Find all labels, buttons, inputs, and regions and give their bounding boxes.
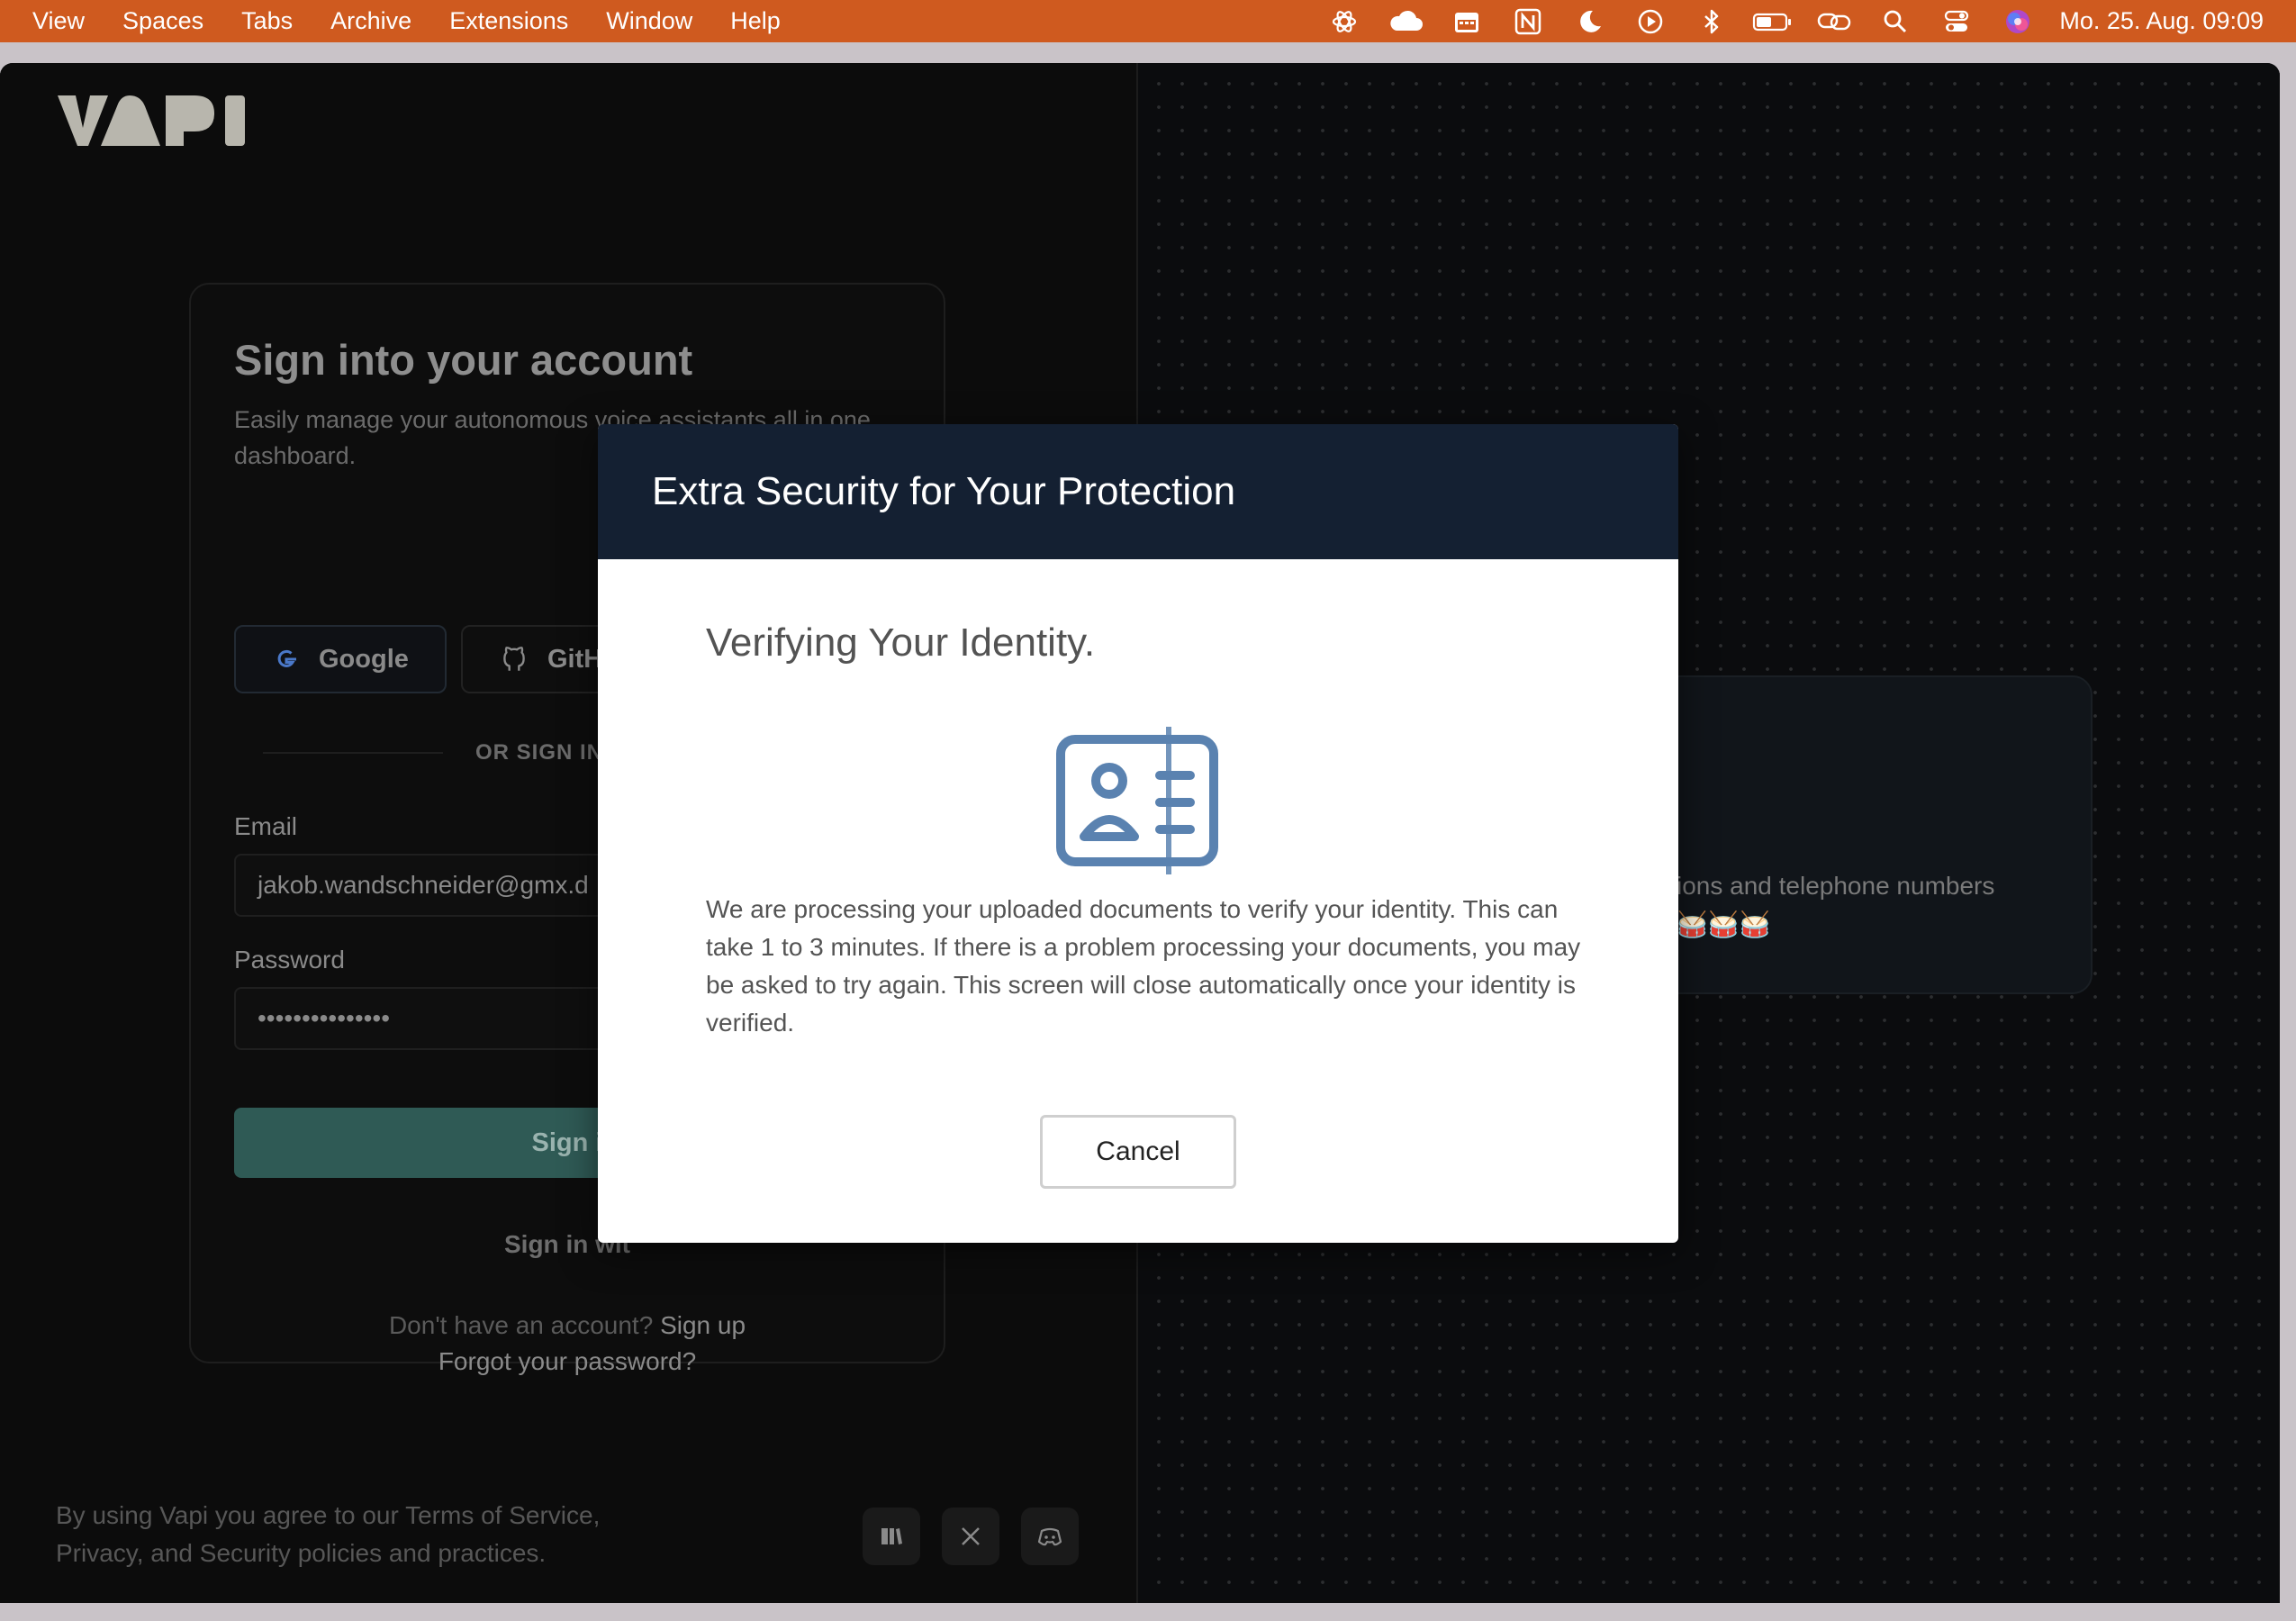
calendar-icon[interactable] — [1436, 0, 1497, 42]
bluetooth-icon[interactable] — [1681, 0, 1742, 42]
google-button-label: Google — [319, 644, 409, 674]
github-button-label: GitH — [547, 644, 603, 674]
no-account-text: Don't have an account? — [388, 1311, 654, 1339]
book-icon — [881, 1528, 902, 1544]
chatgpt-icon[interactable] — [1314, 0, 1375, 42]
play-icon[interactable] — [1620, 0, 1681, 42]
cancel-button[interactable]: Cancel — [1040, 1115, 1236, 1189]
menu-help[interactable]: Help — [730, 7, 781, 35]
search-icon[interactable] — [1865, 0, 1926, 42]
email-value: jakob.wandschneider@gmx.d — [258, 871, 589, 899]
google-signin-button[interactable]: Google — [234, 625, 447, 693]
signup-line: Don't have an account? Sign up — [191, 1311, 944, 1340]
feature-emoji: 🥁🥁🥁 — [1677, 910, 1771, 938]
password-label: Password — [234, 946, 345, 974]
menu-archive[interactable]: Archive — [330, 7, 411, 35]
terms-text: By using Vapi you agree to our Terms of … — [56, 1501, 601, 1567]
menu-spaces[interactable]: Spaces — [122, 7, 203, 35]
modal-title: Extra Security for Your Protection — [652, 469, 1236, 513]
cancel-button-label: Cancel — [1096, 1137, 1180, 1166]
discord-button[interactable] — [1021, 1508, 1079, 1565]
menu-tabs[interactable]: Tabs — [241, 7, 293, 35]
github-icon — [503, 647, 525, 671]
vapi-logo — [58, 95, 245, 146]
password-value: ••••••••••••••• — [258, 1004, 391, 1032]
identity-verification-modal: Extra Security for Your Protection Verif… — [598, 424, 1678, 1243]
signup-link[interactable]: Sign up — [660, 1311, 746, 1339]
moon-icon[interactable] — [1559, 0, 1620, 42]
modal-body-text: We are processing your uploaded document… — [706, 895, 1581, 1037]
x-icon — [962, 1527, 980, 1545]
cloud-icon[interactable] — [1375, 0, 1436, 42]
menubar-clock[interactable]: Mo. 25. Aug. 09:09 — [2059, 7, 2264, 35]
signin-button-label: Sign i — [531, 1127, 603, 1157]
x-twitter-button[interactable] — [942, 1508, 999, 1565]
modal-heading: Verifying Your Identity. — [706, 620, 1096, 665]
menu-window[interactable]: Window — [606, 7, 692, 35]
link-icon[interactable] — [1803, 0, 1865, 42]
modal-header: Extra Security for Your Protection — [598, 424, 1678, 559]
discord-icon — [1037, 1527, 1062, 1546]
google-icon — [277, 649, 296, 667]
siri-icon[interactable] — [1987, 0, 2048, 42]
feature-card: ions and telephone numbers 🥁🥁🥁 — [1639, 675, 2093, 994]
docs-button[interactable] — [863, 1508, 920, 1565]
control-center-icon[interactable] — [1926, 0, 1987, 42]
macos-menubar: View Spaces Tabs Archive Extensions Wind… — [0, 0, 2296, 42]
divider-line — [263, 752, 443, 754]
email-label: Email — [234, 812, 298, 840]
menu-extensions[interactable]: Extensions — [449, 7, 568, 35]
menu-view[interactable]: View — [32, 7, 85, 35]
feature-text: ions and telephone numbers — [1677, 872, 1995, 900]
divider-label: OR SIGN IN — [475, 740, 604, 765]
menubar-status: Mo. 25. Aug. 09:09 — [1314, 0, 2296, 42]
menubar-menu: View Spaces Tabs Archive Extensions Wind… — [0, 7, 818, 35]
battery-icon[interactable] — [1742, 0, 1803, 42]
signin-title: Sign into your account — [234, 336, 693, 384]
id-card-icon — [1056, 727, 1218, 874]
notion-icon[interactable] — [1497, 0, 1559, 42]
forgot-password-link[interactable]: Forgot your password? — [191, 1347, 944, 1376]
